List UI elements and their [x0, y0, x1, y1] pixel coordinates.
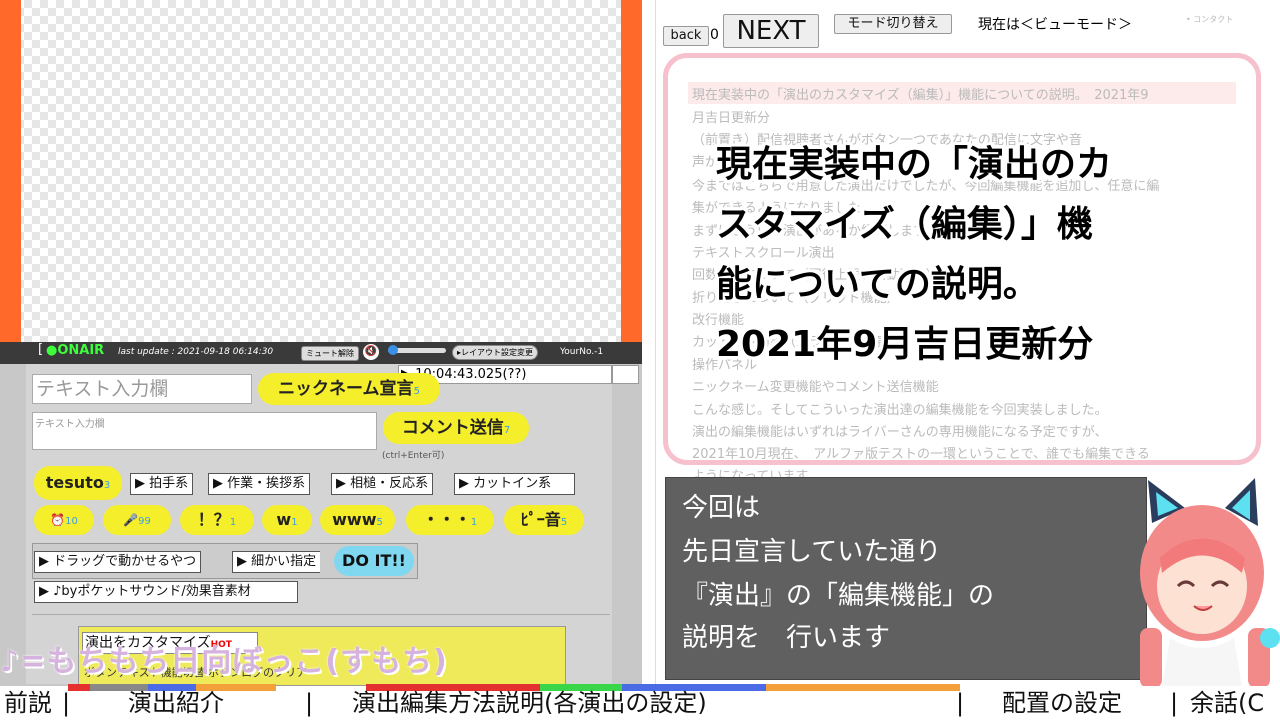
reaction-count: 99: [138, 516, 151, 527]
nickname-count: 5: [413, 386, 420, 397]
text-input[interactable]: テキスト入力欄: [32, 374, 252, 404]
reaction-label: ﾋﾟｰ音: [520, 510, 561, 529]
explanation-line: 2021年10月現在、 アルファ版テストの一環ということで、誰でも編集できる: [692, 447, 1150, 462]
reaction-label: ・・・: [422, 510, 471, 529]
unmute-button[interactable]: ミュート解除: [301, 346, 359, 361]
caption-box: 今回は 先日宣言していた通り 『演出』の「編集機能」の 説明を 行います: [665, 477, 1147, 680]
nickname-declare-button[interactable]: ニックネーム宣言5: [258, 373, 440, 405]
tab-reaction[interactable]: ▶ 相槌・反応系: [331, 473, 434, 495]
last-update-text: last update : 2021-09-18 06:14:30: [118, 347, 274, 357]
tab-pocket-sound[interactable]: ▶ ♪byポケットサウンド/効果音素材: [34, 581, 298, 603]
contact-link[interactable]: • コンタクト: [1186, 14, 1233, 25]
reaction-www-button[interactable]: www5: [320, 505, 395, 535]
overlay-title-line: スタマイズ（編集）」機: [716, 204, 1093, 245]
comment-send-button[interactable]: コメント送信7: [383, 412, 529, 444]
speaker-muted-icon[interactable]: 🔇: [363, 344, 379, 360]
caption-line: 説明を 行います: [682, 623, 891, 653]
reaction-count: 1: [291, 517, 298, 528]
onair-indicator: ●ONAIR: [46, 343, 105, 358]
tab-draggable[interactable]: ▶ ドラッグで動かせるやつ: [34, 551, 202, 573]
nickname-button-label: ニックネーム宣言: [278, 379, 414, 399]
tab-applause[interactable]: ▶ 拍手系: [130, 473, 194, 495]
reaction-count: 1: [229, 517, 237, 528]
ctrl-enter-hint: (ctrl+Enter可): [382, 451, 445, 461]
reaction-w-button[interactable]: w1: [262, 505, 312, 535]
nav-separator: |: [62, 689, 71, 717]
explanation-line: ニックネーム変更機能やコメント送信機能: [692, 380, 939, 395]
explanation-line: 演出の編集機能はいずれはライバーさんの専用機能になる予定ですが、: [692, 425, 1108, 440]
layout-settings-button[interactable]: ▸レイアウト設定変更: [452, 345, 539, 360]
user-button-label: tesuto: [45, 473, 104, 492]
mode-switch-button[interactable]: モード切り替え: [834, 14, 952, 34]
broadcast-preview: [0, 0, 642, 342]
tab-fine-settings[interactable]: ▶ 細かい指定: [232, 551, 321, 573]
reaction-alarm-button[interactable]: ⏰10: [34, 505, 94, 535]
comment-textarea[interactable]: テキスト入力欄: [32, 412, 377, 450]
reaction-beep-button[interactable]: ﾋﾟｰ音5: [504, 505, 584, 535]
nav-item-preface[interactable]: 前説: [4, 686, 52, 720]
comment-button-label: コメント送信: [401, 418, 504, 438]
preview-right-stripe: [621, 0, 642, 342]
reaction-count: 5: [560, 517, 568, 528]
tab-work-greeting[interactable]: ▶ 作業・挨拶系: [208, 473, 311, 495]
explanation-line: こんな感じ。そしてこういった演出達の編集機能を今回実装しました。: [692, 403, 1108, 418]
reaction-mic-button[interactable]: 🎤99: [103, 505, 171, 535]
mode-status: 現在は＜ビューモード＞: [978, 17, 1132, 33]
reaction-label: w: [276, 510, 292, 529]
nav-item-edit-method[interactable]: 演出編集方法説明(各演出の設定): [352, 686, 707, 720]
caption-line: 今回は: [682, 493, 761, 523]
reaction-count: 1: [470, 517, 478, 528]
timer-side-box: [612, 365, 639, 384]
next-button[interactable]: NEXT: [723, 14, 819, 48]
microphone-icon: 🎤: [123, 513, 139, 527]
reaction-label: ！？: [197, 510, 230, 529]
reaction-surprise-button[interactable]: ！？1: [180, 505, 254, 535]
nav-separator: |: [1170, 689, 1179, 717]
overlay-title-line: 2021年9月吉日更新分: [716, 324, 1094, 365]
progress-segment: [68, 684, 90, 691]
nav-item-layout[interactable]: 配置の設定: [1002, 686, 1122, 720]
vtuber-avatar: [1140, 478, 1280, 688]
slide-counter: 0: [710, 27, 719, 43]
comment-count: 7: [503, 425, 511, 436]
progress-segment: [766, 684, 960, 691]
nav-item-effects-intro[interactable]: 演出紹介: [128, 686, 224, 720]
do-it-button[interactable]: DO IT!!: [334, 546, 414, 576]
your-number: YourNo.-1: [560, 347, 604, 357]
streamer-name-overlay: ♪=もちもち日向ぼっこ(すもち): [0, 644, 448, 679]
reaction-dots-button[interactable]: ・・・1: [406, 505, 494, 535]
alarm-icon: ⏰: [50, 513, 66, 527]
nav-separator: |: [956, 689, 965, 717]
explanation-line: 月吉日更新分: [692, 111, 771, 126]
explanation-line: 現在実装中の「演出のカスタマイズ（編集）」機能についての説明。 2021年9: [692, 88, 1149, 103]
tab-cutin[interactable]: ▶ カットイン系: [454, 473, 575, 495]
reaction-count: 5: [376, 517, 383, 528]
panel-divider: [32, 614, 610, 615]
user-tesuto-button[interactable]: tesuto3: [34, 466, 122, 500]
volume-slider-handle[interactable]: [388, 345, 398, 355]
caption-line: 先日宣言していた通り: [682, 537, 942, 567]
caption-line: 『演出』の「編集機能」の: [682, 581, 995, 611]
onair-bracket-open: [: [38, 342, 44, 357]
overlay-title-line: 能についての説明。: [716, 264, 1039, 305]
back-button[interactable]: back: [663, 26, 709, 46]
reaction-label: www: [332, 510, 377, 529]
user-count: 3: [103, 480, 111, 491]
overlay-title: 現在実装中の「演出のカ スタマイズ（編集）」機 能についての説明。 2021年9…: [716, 135, 1236, 375]
nav-item-aside[interactable]: 余話(C: [1190, 686, 1264, 720]
reaction-count: 10: [65, 516, 78, 527]
preview-left-stripe: [0, 0, 21, 342]
overlay-title-line: 現在実装中の「演出のカ: [716, 144, 1113, 185]
status-bar: [ ●ONAIR last update : 2021-09-18 06:14:…: [0, 342, 642, 364]
nav-separator: |: [305, 689, 314, 717]
